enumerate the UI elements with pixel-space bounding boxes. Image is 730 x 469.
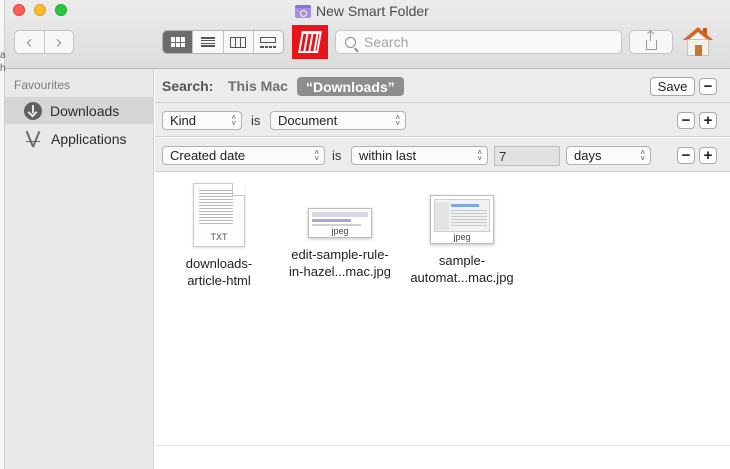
file-type-tag: jpeg	[453, 232, 471, 242]
search-field[interactable]	[335, 30, 622, 54]
gallery-view-icon	[260, 36, 277, 48]
sidebar-item-label: Downloads	[50, 102, 120, 119]
search-input[interactable]	[364, 34, 614, 50]
rule-qualifier-text: within last	[359, 148, 417, 163]
applications-icon	[23, 130, 43, 148]
image-thumbnail-icon: jpeg	[308, 208, 372, 238]
rule-operator-label: is	[251, 113, 261, 128]
scope-downloads[interactable]: “Downloads”	[297, 77, 404, 96]
file-item[interactable]: jpeg sample-automat...mac.jpg	[403, 183, 521, 286]
smart-folder-icon	[295, 4, 311, 18]
rule-amount-field[interactable]: 7	[494, 146, 560, 166]
hazel-icon	[298, 31, 322, 53]
updown-arrows-icon: ˄ ˅	[231, 113, 236, 128]
content-area: Search: This Mac “Downloads” Save − Kind…	[155, 69, 730, 469]
text-document-icon: TXT	[193, 183, 245, 247]
title-toolbar: New Smart Folder ‹ ›	[5, 0, 730, 69]
content-bottom-divider	[155, 445, 730, 446]
add-rule-button[interactable]: +	[699, 112, 717, 129]
chevron-left-icon: ‹	[26, 32, 33, 52]
rule-attribute-popup[interactable]: Kind ˄ ˅	[162, 111, 242, 130]
sidebar-item-downloads[interactable]: Downloads	[5, 97, 154, 124]
rule-row-created-date: Created date ˄ ˅ is within last ˄ ˅ 7 days…	[155, 138, 730, 172]
sidebar-section-favourites: Favourites	[14, 78, 71, 92]
remove-rule-button[interactable]: −	[677, 147, 695, 164]
save-button[interactable]: Save	[650, 77, 695, 96]
icon-view-button[interactable]	[163, 31, 193, 53]
file-type-tag: jpeg	[331, 226, 349, 236]
file-item[interactable]: jpeg edit-sample-rule-in-hazel...mac.jpg	[281, 183, 399, 280]
rule-unit-text: days	[574, 148, 602, 163]
column-view-button[interactable]	[222, 31, 253, 53]
share-button[interactable]	[629, 30, 673, 54]
updown-arrows-icon: ˄ ˅	[477, 148, 482, 163]
search-icon	[345, 36, 356, 48]
finder-window: a h New Smart Folder ‹ › Search Favourit…	[0, 0, 730, 469]
minimize-window-button[interactable]	[34, 4, 46, 16]
sidebar: Favourites Downloads Applications	[5, 69, 154, 469]
image-thumbnail-icon: jpeg	[430, 195, 494, 244]
rule-value-text: Document	[278, 113, 338, 128]
updown-arrows-icon: ˄ ˅	[640, 148, 645, 163]
updown-arrows-icon: ˄ ˅	[314, 148, 319, 163]
rule-row-kind: Kind ˄ ˅ is Document ˄ ˅ − +	[155, 103, 730, 137]
rule-operator-label: is	[332, 148, 342, 163]
rule-attribute-popup[interactable]: Created date ˄ ˅	[162, 146, 325, 165]
rule-attribute-value: Kind	[170, 113, 197, 128]
rule-attribute-value: Created date	[170, 148, 246, 163]
hazel-toolbar-button[interactable]	[292, 25, 328, 59]
file-name: edit-sample-rule-in-hazel...mac.jpg	[289, 247, 391, 279]
back-forward-group: ‹ ›	[14, 30, 74, 54]
home-folder-button[interactable]	[682, 26, 714, 58]
icon-view-icon	[170, 37, 185, 47]
remove-rule-button[interactable]: −	[677, 112, 695, 129]
forward-button[interactable]: ›	[43, 31, 74, 53]
search-scope-bar: Search: This Mac “Downloads” Save −	[155, 69, 730, 103]
rule-unit-popup[interactable]: days ˄ ˅	[566, 146, 651, 165]
sidebar-item-label: Applications	[51, 130, 127, 147]
zoom-window-button[interactable]	[55, 4, 67, 16]
updown-arrows-icon: ˄ ˅	[395, 113, 400, 128]
file-item[interactable]: TXT downloads-article-html	[179, 183, 259, 289]
file-name: sample-automat...mac.jpg	[410, 253, 514, 285]
share-icon	[645, 30, 657, 50]
view-mode-group	[162, 30, 284, 54]
remove-scope-button[interactable]: −	[699, 78, 717, 95]
list-view-icon	[200, 37, 215, 47]
search-scope-label: Search:	[162, 78, 214, 94]
download-icon	[24, 101, 42, 120]
file-type-tag: TXT	[210, 232, 228, 242]
sidebar-item-applications[interactable]: Applications	[5, 125, 154, 152]
column-view-icon	[230, 36, 247, 48]
file-name: downloads-article-html	[185, 256, 253, 288]
window-title-text: New Smart Folder	[316, 3, 429, 19]
list-view-button[interactable]	[192, 31, 222, 53]
scope-this-mac[interactable]: This Mac	[228, 78, 288, 94]
rule-value-popup[interactable]: Document ˄ ˅	[270, 111, 406, 130]
chevron-right-icon: ›	[55, 32, 62, 52]
add-rule-button[interactable]: +	[699, 147, 717, 164]
window-title: New Smart Folder	[295, 2, 429, 20]
close-window-button[interactable]	[13, 4, 25, 16]
back-button[interactable]: ‹	[15, 31, 44, 53]
rule-qualifier-popup[interactable]: within last ˄ ˅	[351, 146, 488, 165]
gallery-view-button[interactable]	[252, 31, 283, 53]
